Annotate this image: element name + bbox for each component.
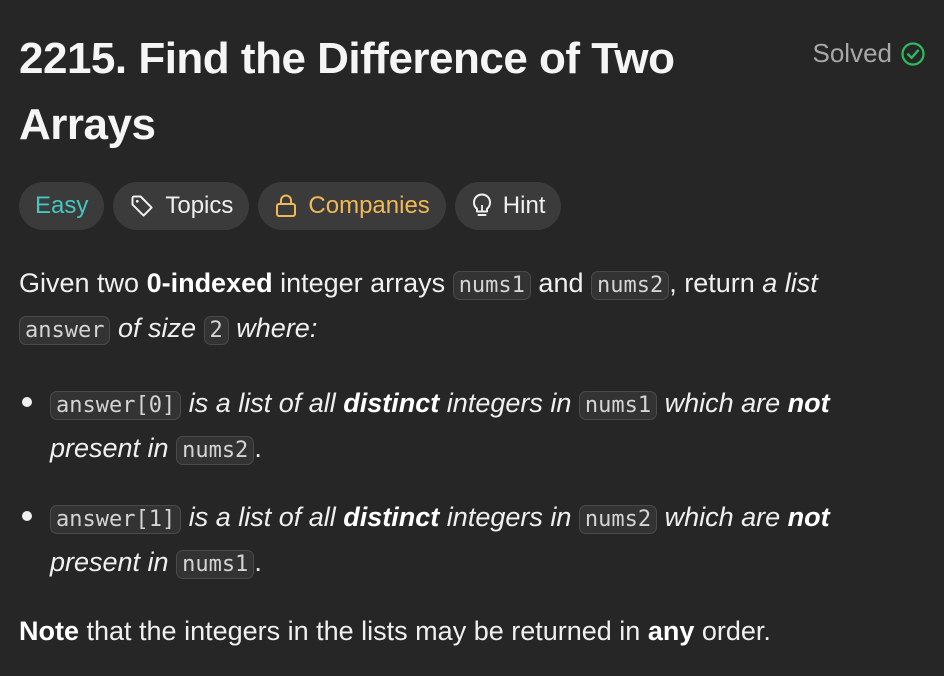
text: Given two [19, 268, 147, 298]
problem-title[interactable]: 2215. Find the Difference of Two Arrays [19, 26, 779, 158]
italic-text: integers in [439, 388, 579, 418]
text: . [254, 433, 262, 463]
code-nums2: nums2 [176, 436, 255, 465]
italic-text: a list [762, 268, 818, 298]
bold-text: any [647, 616, 695, 646]
companies-button[interactable]: Companies [258, 182, 446, 230]
code-answer: answer [19, 316, 111, 345]
italic-text: of size [110, 313, 204, 343]
text: integer arrays [272, 268, 453, 298]
lock-icon [274, 193, 298, 219]
code-answer-1: answer[1] [50, 505, 182, 534]
italic-text: present in [50, 433, 177, 463]
bullet-dot [22, 511, 32, 521]
requirements-list: answer[0] is a list of all distinct inte… [19, 382, 919, 586]
problem-tags: Easy Topics Companies Hint [19, 182, 562, 230]
italic-text: is a list of all [181, 502, 344, 532]
bold-text: distinct [343, 388, 440, 418]
problem-description-panel: 2215. Find the Difference of Two Arrays … [0, 0, 944, 676]
check-circle-icon [900, 41, 926, 67]
difficulty-badge[interactable]: Easy [19, 182, 105, 230]
italic-text: present in [50, 547, 177, 577]
tag-icon [129, 193, 155, 219]
bold-text: distinct [343, 502, 440, 532]
text: . [254, 547, 262, 577]
bold-text: not [787, 502, 830, 532]
list-item: answer[0] is a list of all distinct inte… [19, 382, 919, 472]
code-answer-0: answer[0] [50, 391, 182, 420]
companies-label: Companies [308, 192, 430, 219]
italic-text: where: [228, 313, 318, 343]
code-nums2: nums2 [578, 505, 658, 534]
topics-label: Topics [165, 192, 234, 219]
italic-text: which are [657, 388, 788, 418]
note-paragraph: Note that the integers in the lists may … [19, 610, 919, 652]
bold-text: Note [19, 616, 79, 646]
text: that the integers in the lists may be re… [79, 616, 648, 646]
bold-text: not [787, 388, 830, 418]
list-item: answer[1] is a list of all distinct inte… [19, 496, 919, 586]
intro-paragraph: Given two 0-indexed integer arrays nums1… [19, 262, 919, 352]
solved-label: Solved [812, 38, 893, 68]
italic-text: which are [657, 502, 788, 532]
italic-text: is a list of all [181, 388, 344, 418]
problem-statement: Given two 0-indexed integer arrays nums1… [19, 262, 919, 652]
difficulty-label: Easy [35, 192, 89, 219]
code-nums1: nums1 [578, 391, 658, 420]
italic-text: integers in [439, 502, 579, 532]
solved-status: Solved [813, 38, 927, 69]
text: , return [669, 268, 763, 298]
lightbulb-icon [471, 192, 493, 220]
bold-text: 0-indexed [146, 268, 273, 298]
text: order. [694, 616, 771, 646]
text: and [530, 268, 591, 298]
hint-button[interactable]: Hint [454, 182, 562, 230]
bullet-dot [22, 397, 32, 407]
code-nums2: nums2 [590, 271, 670, 300]
code-size: 2 [203, 316, 229, 345]
code-nums1: nums1 [176, 550, 255, 579]
code-nums1: nums1 [452, 271, 531, 300]
topics-button[interactable]: Topics [113, 182, 250, 230]
hint-label: Hint [502, 192, 546, 219]
